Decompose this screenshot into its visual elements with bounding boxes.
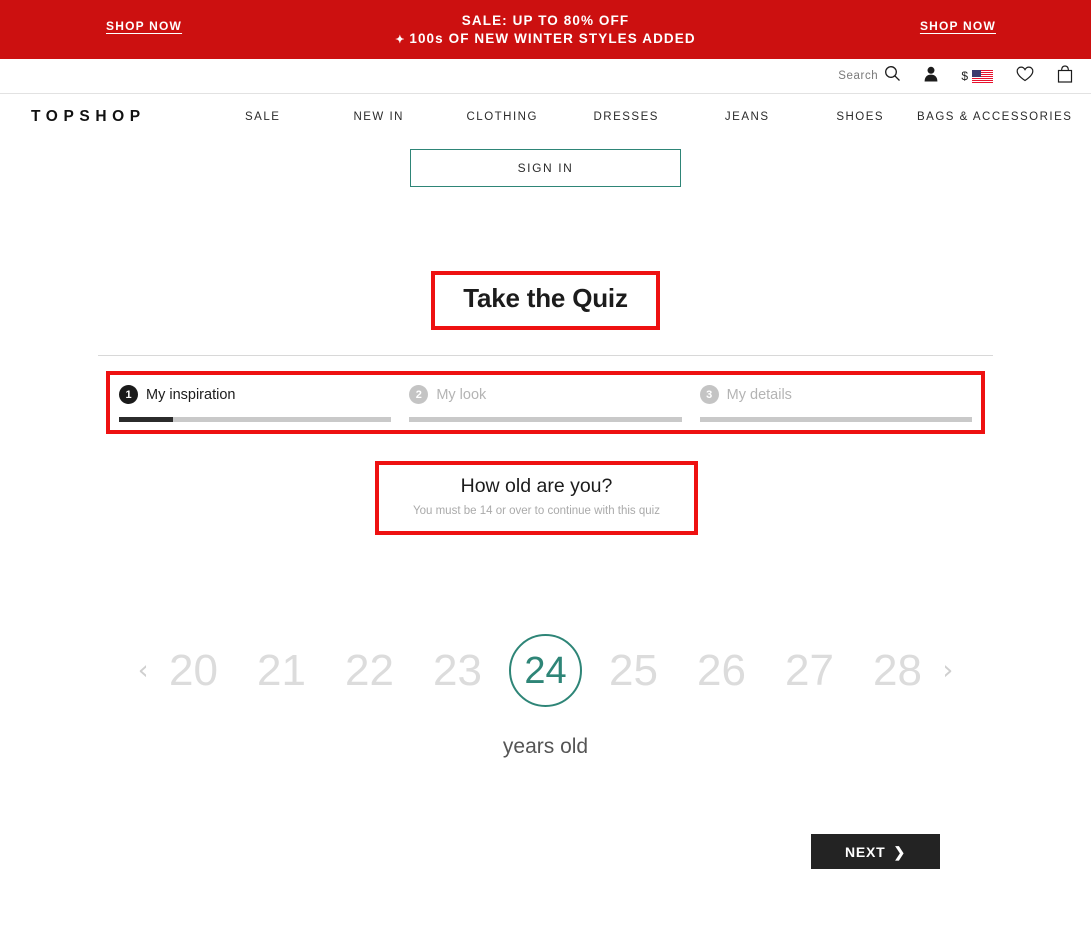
step-header: 2 My look <box>409 385 681 404</box>
search-control[interactable]: Search <box>838 65 901 87</box>
promo-line-2: ✦ 100s OF NEW WINTER STYLES ADDED <box>395 30 695 47</box>
wishlist-button[interactable] <box>1016 65 1034 87</box>
utility-bar: Search $ <box>0 59 1091 94</box>
next-button-label: NEXT <box>844 843 886 860</box>
nav-links: SALE NEW IN CLOTHING DRESSES JEANS SHOES… <box>209 111 1075 123</box>
step-header: 3 My details <box>699 385 972 404</box>
shop-now-link-right[interactable]: SHOP NOW <box>920 19 996 33</box>
quiz-step-my-details[interactable]: 3 My details <box>691 385 981 422</box>
age-option-25[interactable]: 25 <box>590 648 678 693</box>
nav-item-bags-accessories[interactable]: BAGS & ACCESSORIES <box>915 111 1075 123</box>
brand-logo[interactable]: TOPSHOP <box>31 108 146 126</box>
chevron-right-icon: ❯ <box>893 843 907 860</box>
us-flag-icon[interactable] <box>972 69 993 83</box>
age-option-20[interactable]: 20 <box>150 648 238 693</box>
age-option-23[interactable]: 23 <box>414 648 502 693</box>
section-divider <box>98 355 993 356</box>
main-navigation: TOPSHOP SALE NEW IN CLOTHING DRESSES JEA… <box>0 94 1091 140</box>
age-option-26[interactable]: 26 <box>678 648 766 693</box>
nav-item-jeans[interactable]: JEANS <box>689 111 806 123</box>
shopping-bag-icon[interactable] <box>1057 64 1073 88</box>
quiz-step-my-look[interactable]: 2 My look <box>400 385 690 422</box>
step-number-badge: 3 <box>699 385 719 404</box>
question-highlight: How old are you? You must be 14 or over … <box>375 461 698 535</box>
age-unit-label: years old <box>502 735 589 758</box>
step-label: My look <box>436 386 487 403</box>
nav-item-shoes[interactable]: SHOES <box>806 111 915 123</box>
question-row: How old are you? You must be 14 or over … <box>0 461 1091 535</box>
step-progress-bar <box>409 417 682 422</box>
sign-in-row: SIGN IN <box>0 149 1091 187</box>
account-button[interactable] <box>924 66 938 87</box>
step-label: My details <box>726 386 792 403</box>
age-option-21[interactable]: 21 <box>238 648 326 693</box>
quiz-progress-steps-highlight: 1 My inspiration 2 My look 3 My details <box>106 371 985 434</box>
quiz-title-row: Take the Quiz <box>0 271 1091 330</box>
age-option-24-selected[interactable]: 24 <box>502 634 590 707</box>
nav-item-sale[interactable]: SALE <box>209 111 317 123</box>
currency-country-selector[interactable]: $ <box>961 69 993 83</box>
step-progress-fill <box>119 417 174 422</box>
step-header: 1 My inspiration <box>119 385 391 404</box>
step-number-badge: 2 <box>409 385 429 404</box>
age-picker[interactable]: ‹ 20 21 22 23 24 25 26 27 28 › <box>0 634 1091 707</box>
quiz-section: Take the Quiz 1 My inspiration 2 My look <box>0 271 1091 869</box>
shopping-bag-button[interactable] <box>1057 64 1073 88</box>
age-option-22[interactable]: 22 <box>326 648 414 693</box>
promo-banner: SHOP NOW SALE: UP TO 80% OFF ✦ 100s OF N… <box>0 0 1091 59</box>
heart-icon[interactable] <box>1016 65 1034 87</box>
person-icon[interactable] <box>924 66 938 87</box>
nav-item-new-in[interactable]: NEW IN <box>317 111 441 123</box>
question-title: How old are you? <box>460 475 613 497</box>
sign-in-button[interactable]: SIGN IN <box>410 149 681 187</box>
search-icon[interactable] <box>884 65 901 87</box>
nav-item-dresses[interactable]: DRESSES <box>564 111 689 123</box>
page-title: Take the Quiz <box>463 283 628 313</box>
promo-line-2-text: 100s OF NEW WINTER STYLES ADDED <box>409 30 696 46</box>
age-option-27[interactable]: 27 <box>766 648 854 693</box>
question-subtitle: You must be 14 or over to continue with … <box>413 505 660 517</box>
age-option-28[interactable]: 28 <box>854 648 942 693</box>
step-number-badge: 1 <box>119 385 138 404</box>
age-prev-arrow-icon[interactable]: ‹ <box>137 657 150 684</box>
age-next-arrow-icon[interactable]: › <box>942 657 955 684</box>
promo-message: SALE: UP TO 80% OFF ✦ 100s OF NEW WINTER… <box>395 12 695 47</box>
promo-line-1: SALE: UP TO 80% OFF <box>461 13 630 29</box>
nav-item-clothing[interactable]: CLOTHING <box>441 111 564 123</box>
age-selected-circle: 24 <box>509 634 582 707</box>
shop-now-link-left[interactable]: SHOP NOW <box>106 19 182 33</box>
quiz-step-my-inspiration[interactable]: 1 My inspiration <box>110 385 400 422</box>
quiz-title-highlight: Take the Quiz <box>431 271 660 330</box>
search-label: Search <box>838 70 879 82</box>
step-label: My inspiration <box>146 386 236 403</box>
step-progress-bar <box>699 417 972 422</box>
next-row: NEXT ❯ <box>0 834 1091 869</box>
currency-symbol: $ <box>961 69 968 83</box>
next-button[interactable]: NEXT ❯ <box>811 834 940 869</box>
promo-bullet-icon: ✦ <box>395 33 405 46</box>
step-progress-bar <box>119 417 392 422</box>
